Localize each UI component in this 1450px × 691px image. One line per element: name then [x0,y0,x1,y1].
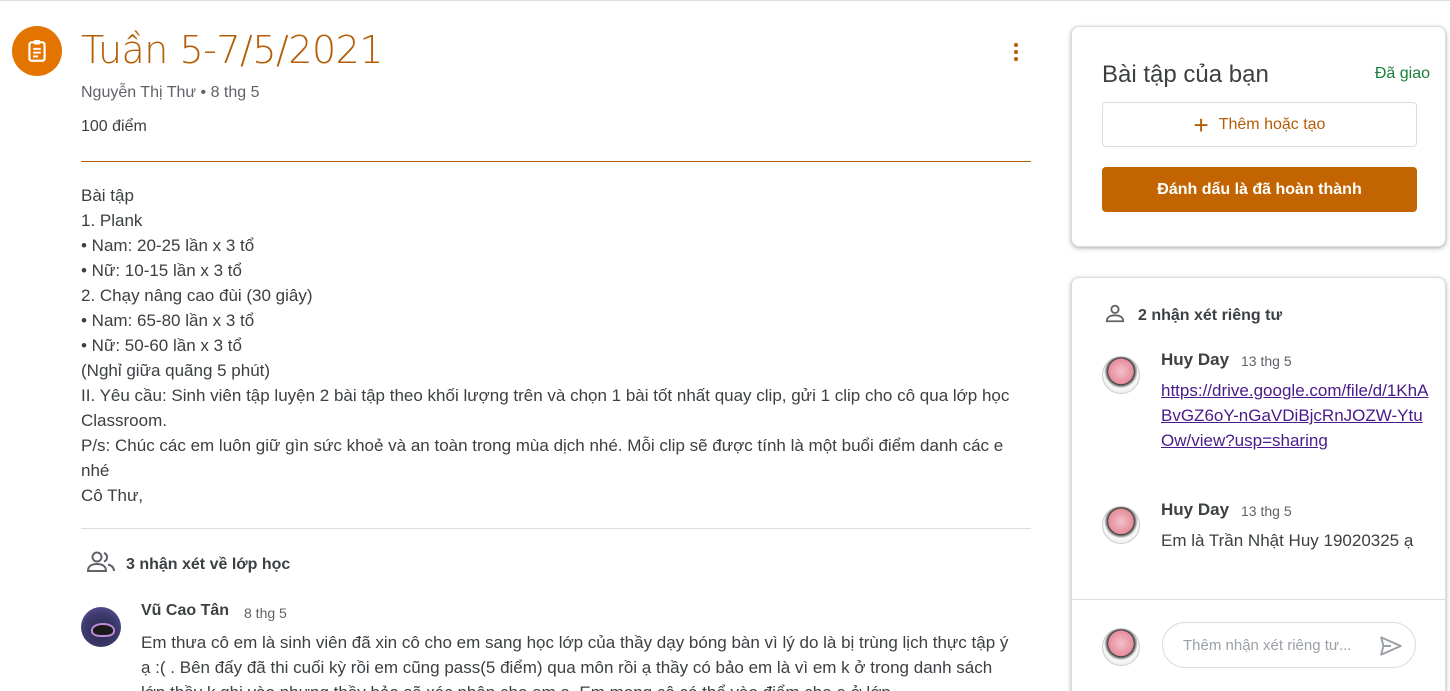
comment-author: Vũ Cao Tân [141,602,230,619]
private-comment-input[interactable] [1183,636,1373,654]
add-or-create-button[interactable]: + Thêm hoặc tạo [1102,102,1417,147]
your-work-title: Bài tập của bạn [1102,61,1269,88]
person-icon [1104,302,1126,329]
instruction-line: Bài tập [81,186,134,205]
instruction-line: Cô Thư, [81,486,144,505]
more-vert-icon[interactable] [1004,38,1028,66]
instruction-line: P/s: Chúc các em luôn giữ gìn sức khoẻ v… [81,436,1004,480]
comment-text: Em thưa cô em là sinh viên đã xin cô cho… [141,633,1009,691]
avatar [81,607,121,647]
assignment-icon [12,26,62,76]
instruction-line: • Nam: 65-80 lần x 3 tổ [81,311,255,330]
instruction-line: II. Yêu cầu: Sinh viên tập luyện 2 bài t… [81,386,1010,430]
instruction-line: 2. Chạy nâng cao đùi (30 giây) [81,286,313,305]
status-badge: Đã giao [1374,65,1430,82]
class-comments-toggle[interactable]: 3 nhận xét về lớp học [86,550,290,579]
private-comments-label: 2 nhận xét riêng tư [1138,306,1283,324]
instruction-line: • Nam: 20-25 lần x 3 tổ [81,236,255,255]
instruction-line: • Nữ: 10-15 lần x 3 tổ [81,261,242,280]
plus-icon: + [1193,109,1209,140]
your-work-card: Bài tập của bạn Đã giao + Thêm hoặc tạo … [1071,26,1446,247]
avatar [1102,356,1140,394]
comment-date: 13 thg 5 [1241,353,1292,369]
top-border [0,0,1450,1]
comment-link[interactable]: https://drive.google.com/file/d/1KhABvGZ… [1161,378,1431,453]
header-divider [81,161,1031,162]
assignment-instructions: Bài tập 1. Plank • Nam: 20-25 lần x 3 tổ… [81,183,1031,508]
instruction-line: (Nghỉ giữa quãng 5 phút) [81,361,271,380]
page-title: Tuần 5-7/5/2021 [81,28,384,72]
comment-author: Huy Day [1161,500,1230,519]
points-label: 100 điểm [81,118,147,135]
comment-date: 8 thg 5 [244,605,287,621]
private-comments-card: 2 nhận xét riêng tư Huy Day 13 thg 5 htt… [1071,277,1447,691]
avatar [1102,506,1140,544]
send-icon[interactable] [1377,633,1405,659]
comment-date: 13 thg 5 [1241,503,1292,519]
comments-divider [81,528,1031,529]
add-or-create-label: Thêm hoặc tạo [1218,115,1326,133]
class-comments-label: 3 nhận xét về lớp học [126,555,291,573]
comment-text: Em là Trần Nhật Huy 19020325 ạ [1161,531,1414,550]
comment-author: Huy Day [1161,350,1230,369]
private-comments-header: 2 nhận xét riêng tư [1104,302,1282,329]
private-comments-divider [1072,599,1447,600]
people-icon [86,550,116,579]
author-date: Nguyễn Thị Thư • 8 thg 5 [81,84,260,101]
instruction-line: • Nữ: 50-60 lần x 3 tổ [81,336,242,355]
private-comment-field[interactable] [1162,622,1416,668]
instruction-line: 1. Plank [81,211,143,230]
mark-as-done-button[interactable]: Đánh dấu là đã hoàn thành [1102,167,1417,212]
avatar [1102,628,1140,666]
